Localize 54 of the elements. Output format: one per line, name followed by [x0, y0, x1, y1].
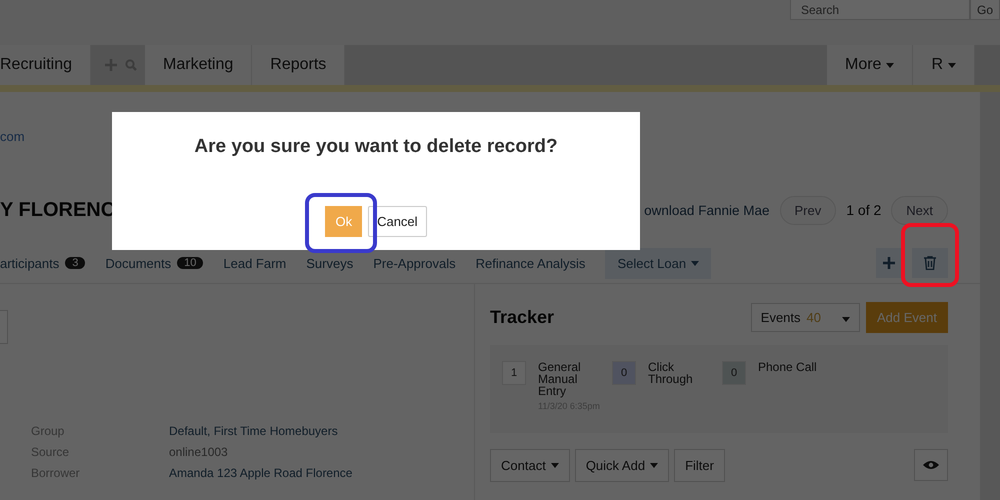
- event-label: Click Through: [648, 361, 694, 385]
- caret-icon: [550, 463, 559, 468]
- count-badge: 0: [612, 361, 636, 385]
- caret-icon: [886, 62, 894, 68]
- caret-icon: [691, 260, 700, 266]
- count-badge: 0: [722, 361, 746, 385]
- record-tab[interactable]: articipants: [0, 256, 60, 270]
- highlight-outline: [305, 193, 377, 253]
- highlight-outline: [901, 223, 959, 287]
- field-value[interactable]: Amanda 123 Apple Road Florence: [169, 466, 474, 480]
- add-button[interactable]: [876, 248, 902, 278]
- dropdown-button[interactable]: Contact: [490, 449, 570, 482]
- record-title: Y FLORENC: [0, 198, 116, 222]
- search-field[interactable]: Search: [790, 0, 970, 20]
- scrollbar[interactable]: [980, 92, 1000, 500]
- dialog-message: Are you sure you want to delete record?: [194, 136, 558, 158]
- eye-icon: [923, 460, 939, 470]
- field-value: online1003: [169, 445, 229, 459]
- go-button[interactable]: Go: [970, 0, 1000, 20]
- pager-text: 1 of 2: [846, 202, 882, 218]
- event-label: Phone Call: [758, 361, 817, 373]
- nav-tab[interactable]: Reports: [252, 45, 346, 85]
- view-button[interactable]: [914, 449, 948, 481]
- count-badge: 10: [177, 257, 204, 269]
- caret-icon: [650, 463, 658, 468]
- caret-icon: [842, 317, 850, 322]
- add-event-button[interactable]: Add Event: [866, 302, 948, 333]
- field-value[interactable]: Default, First Time Homebuyers: [169, 424, 474, 438]
- email-link[interactable]: com: [0, 129, 25, 144]
- record-tab[interactable]: Lead Farm: [223, 256, 286, 270]
- filter-button[interactable]: Filter: [674, 449, 725, 482]
- dropdown-button[interactable]: Quick Add: [574, 449, 670, 482]
- nav-tab[interactable]: Recruiting: [0, 45, 92, 85]
- events-dropdown[interactable]: Events 40: [750, 303, 860, 332]
- delete-button[interactable]: [912, 248, 948, 278]
- caret-icon: [948, 62, 956, 68]
- nav-menu[interactable]: R: [913, 45, 975, 85]
- record-tab[interactable]: Surveys: [306, 256, 354, 270]
- next-button[interactable]: Next: [891, 196, 948, 224]
- tracker-title: Tracker: [490, 307, 554, 328]
- count-badge: 1: [502, 361, 526, 385]
- event-label: General Manual Entry: [538, 361, 582, 397]
- prev-button[interactable]: Prev: [780, 196, 836, 224]
- nav-tab[interactable]: Marketing: [145, 45, 252, 85]
- count-badge: 3: [65, 257, 86, 269]
- record-tab[interactable]: Documents: [105, 256, 172, 270]
- nav-menu[interactable]: More: [826, 45, 914, 85]
- ok-button[interactable]: Ok: [325, 206, 362, 237]
- trash-icon: [924, 256, 936, 270]
- download-link[interactable]: ownload Fannie Mae: [644, 202, 770, 218]
- record-tab[interactable]: Refinance Analysis: [476, 256, 586, 270]
- record-tab[interactable]: Pre-Approvals: [373, 256, 456, 270]
- select-loan-dropdown[interactable]: Select Loan: [605, 248, 712, 278]
- plus-icon: [883, 257, 895, 269]
